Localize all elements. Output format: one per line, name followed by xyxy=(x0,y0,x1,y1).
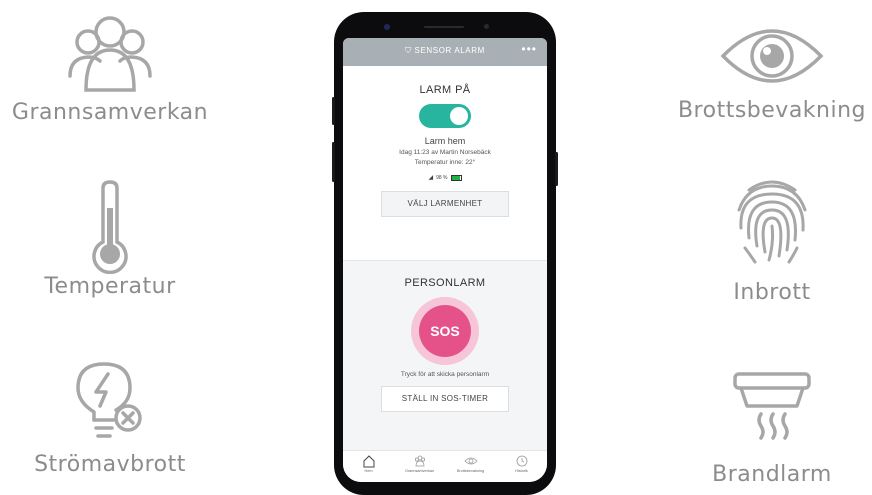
tab-historik[interactable]: Historik xyxy=(496,451,547,482)
tab-label: Hem xyxy=(364,469,373,473)
more-menu-icon[interactable]: ••• xyxy=(521,42,537,56)
fingerprint-icon xyxy=(737,180,807,264)
people-group-icon xyxy=(414,455,425,467)
alarm-section: LARM PÅ Larm hem Idag 11:23 av Martin No… xyxy=(343,66,547,260)
thermometer-icon xyxy=(92,180,128,274)
phone-button xyxy=(555,152,558,186)
alarm-title: LARM PÅ xyxy=(419,84,471,96)
clock-icon xyxy=(516,455,527,467)
home-icon xyxy=(363,455,374,468)
bulb-power-off-icon xyxy=(76,362,142,438)
feature-label: Grannsamverkan xyxy=(11,100,209,125)
alarm-temperature: Temperatur inne: 22° xyxy=(414,159,476,167)
tab-label: Grannsamverkan xyxy=(404,469,435,473)
eye-icon xyxy=(463,457,478,465)
sos-hint: Tryck för att skicka personlarm xyxy=(400,371,490,378)
alarm-toggle[interactable] xyxy=(419,104,471,128)
app-header: ⛉ SENSOR ALARM ••• xyxy=(343,38,547,66)
eye-icon xyxy=(720,29,824,83)
signal-icon: ◢ xyxy=(428,175,434,182)
phone-button xyxy=(332,142,335,182)
feature-temperatur: Temperatur xyxy=(0,180,230,299)
app-screen: ⛉ SENSOR ALARM ••• LARM PÅ Larm hem Idag… xyxy=(343,38,547,482)
select-alarm-unit-button[interactable]: VÄLJ LARMENHET xyxy=(381,191,509,218)
app-brand: ⛉ SENSOR ALARM xyxy=(343,46,547,56)
battery-text: 98 % xyxy=(436,174,448,181)
personal-alarm-section: PERSONLARM SOS Tryck för att skicka pers… xyxy=(343,260,547,450)
alarm-detail: Idag 11:23 av Martin Norsebäck xyxy=(399,149,491,156)
feature-label: Inbrott xyxy=(733,280,811,305)
personal-alarm-title: PERSONLARM xyxy=(404,277,486,289)
feature-stromavbrott: Strömavbrott xyxy=(0,360,230,477)
battery-fill xyxy=(451,175,461,180)
people-group-icon xyxy=(68,16,152,92)
tab-brottsbevakning[interactable]: Brottsbevakning xyxy=(445,451,496,482)
tab-label: Historik xyxy=(515,469,528,473)
phone-button xyxy=(332,97,335,125)
feature-brottsbevakning: Brottsbevakning xyxy=(652,18,872,123)
front-sensor xyxy=(484,24,489,29)
front-camera xyxy=(384,24,390,30)
smartphone: ⛉ SENSOR ALARM ••• LARM PÅ Larm hem Idag… xyxy=(332,12,558,495)
feature-label: Brottsbevakning xyxy=(677,98,867,123)
tab-grannsamverkan[interactable]: Grannsamverkan xyxy=(394,451,445,482)
tab-label: Brottsbevakning xyxy=(456,469,485,473)
app-brand-text: SENSOR ALARM xyxy=(414,46,485,55)
device-status: ◢ 98 % xyxy=(343,174,547,181)
smoke-detector-icon xyxy=(733,372,811,440)
shield-logo-icon: ⛉ xyxy=(405,46,412,55)
sos-ring: SOS xyxy=(411,297,479,365)
feature-grannsamverkan: Grannsamverkan xyxy=(0,10,230,125)
feature-brandlarm: Brandlarm xyxy=(652,370,872,487)
sos-button[interactable]: SOS xyxy=(419,305,471,357)
feature-inbrott: Inbrott xyxy=(652,176,872,305)
tab-bar: Hem Grannsamverkan Brottsbevakning Histo… xyxy=(343,450,547,482)
alarm-status: Larm hem xyxy=(424,136,466,146)
feature-label: Strömavbrott xyxy=(34,452,186,477)
toggle-knob xyxy=(450,107,468,125)
feature-label: Brandlarm xyxy=(712,462,832,487)
feature-label: Temperatur xyxy=(44,274,176,299)
sos-timer-button[interactable]: STÄLL IN SOS-TIMER xyxy=(381,386,509,412)
speaker-grille xyxy=(424,26,464,28)
battery-icon xyxy=(450,174,462,181)
tab-hem[interactable]: Hem xyxy=(343,451,394,482)
